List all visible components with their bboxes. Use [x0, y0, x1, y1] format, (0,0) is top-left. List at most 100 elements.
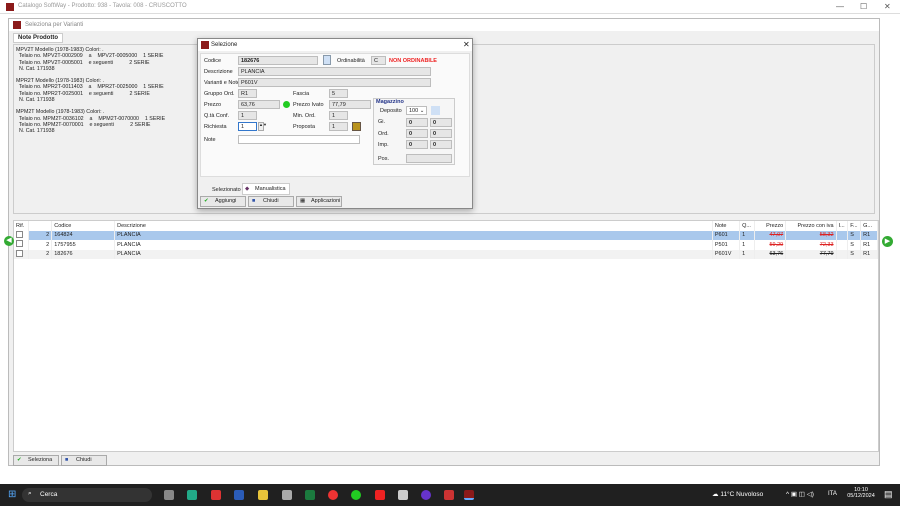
close-door-icon: ■: [252, 197, 255, 206]
gi-label: Gi.: [378, 119, 385, 125]
chiudi-button[interactable]: ■Chiudi: [61, 455, 107, 466]
gruppo-label: Gruppo Ord.: [204, 91, 235, 97]
min-ord-field: 1: [329, 111, 348, 120]
task-view-icon[interactable]: [164, 490, 174, 500]
language-indicator[interactable]: ITA: [828, 491, 837, 497]
gi-field-2: 0: [430, 118, 452, 127]
row-checkbox[interactable]: [14, 231, 29, 241]
table-cell: P601: [712, 231, 739, 241]
search-box[interactable]: ⌕Cerca: [22, 488, 152, 502]
clock[interactable]: 10:1005/12/2024: [846, 487, 876, 499]
fascia-label: Fascia: [293, 91, 309, 97]
min-ord-label: Min. Ord.: [293, 113, 316, 119]
column-header[interactable]: Prezzo: [754, 221, 785, 231]
proposta-field: 1: [329, 122, 348, 131]
windows-start-icon[interactable]: ⊞: [8, 489, 16, 500]
column-header[interactable]: F...: [848, 221, 861, 231]
deposito-select[interactable]: 100 ⌄: [406, 106, 427, 115]
applicazioni-button[interactable]: ▦Applicazioni: [296, 196, 342, 207]
close-button[interactable]: ✕: [884, 2, 891, 11]
next-arrow-icon[interactable]: ▶: [882, 236, 893, 247]
minimize-button[interactable]: —: [836, 2, 844, 11]
table-cell: 72,33: [786, 240, 836, 250]
column-header[interactable]: Rif.: [14, 221, 29, 231]
table-cell: 59,29: [754, 240, 785, 250]
dialog-chiudi-button[interactable]: ■Chiudi: [248, 196, 294, 207]
gi-field-1: 0: [406, 118, 428, 127]
magazzino-panel: Magazzino Deposito 100 ⌄ Gi. 0 0 Ord. 0 …: [373, 98, 455, 165]
tab-note-prodotto[interactable]: Note Prodotto: [13, 33, 63, 43]
word-icon[interactable]: [234, 490, 244, 500]
tab-manualistica-label: Manualistica: [255, 186, 286, 192]
table-cell: 47,07: [754, 231, 785, 241]
window-logo-icon: [13, 21, 21, 29]
prezzo-ivato-field: 77,79: [329, 100, 371, 109]
qta-conf-label: Q.tà Conf.: [204, 113, 229, 119]
ordinabilita-field: C: [371, 56, 386, 65]
non-ordinabile-status: NON ORDINABILE: [389, 58, 437, 64]
table-cell: [836, 240, 848, 250]
notifications-icon[interactable]: ▤: [884, 489, 893, 500]
app-icon[interactable]: [282, 490, 292, 500]
tab-manualistica[interactable]: ◆Manualistica: [242, 183, 290, 195]
seleziona-button[interactable]: ✔Seleziona: [13, 455, 59, 466]
aggiungi-button[interactable]: ✔Aggiungi: [200, 196, 246, 207]
row-checkbox[interactable]: [14, 240, 29, 250]
note-label: Note: [204, 137, 216, 143]
youtube-icon[interactable]: [375, 490, 385, 500]
cart-icon[interactable]: [352, 122, 361, 131]
weather-widget[interactable]: ☁ 11°C Nuvoloso: [712, 490, 763, 498]
table-cell: 1: [740, 240, 755, 250]
app4-icon[interactable]: [444, 490, 454, 500]
table-cell: 77,79: [786, 250, 836, 260]
explorer-icon[interactable]: [258, 490, 268, 500]
edge-icon[interactable]: [187, 490, 197, 500]
richiesta-spinner[interactable]: ▲▼: [258, 122, 264, 131]
table-cell: 58,32: [786, 231, 836, 241]
imp-field-1: 0: [406, 140, 428, 149]
varianti-field: P601V: [238, 78, 431, 87]
prev-arrow-icon[interactable]: ◀: [4, 236, 14, 246]
descrizione-label: Descrizione: [204, 69, 233, 75]
chart-icon[interactable]: [431, 106, 440, 115]
varianti-label: Varianti e Note: [204, 80, 240, 86]
proposta-label: Proposta: [293, 124, 315, 130]
fascia-field: 5: [329, 89, 348, 98]
table-row[interactable]: 21757955PLANCIAP501159,2972,33SR1: [14, 240, 878, 250]
dialog-close-button[interactable]: ✕: [463, 40, 470, 49]
table-cell: 2: [29, 250, 52, 260]
cloud-icon: ☁: [712, 491, 719, 498]
app3-icon[interactable]: [421, 490, 431, 500]
richiesta-input[interactable]: 1: [238, 122, 257, 131]
descrizione-field: PLANCIA: [238, 67, 431, 76]
maximize-button[interactable]: ☐: [860, 2, 867, 11]
deposito-label: Deposito: [380, 108, 402, 114]
column-header[interactable]: [29, 221, 52, 231]
catalogo-app-icon[interactable]: [464, 490, 474, 500]
column-header[interactable]: Note: [712, 221, 739, 231]
column-header[interactable]: Q...: [740, 221, 755, 231]
column-header[interactable]: I...: [836, 221, 848, 231]
check-icon: ✔: [17, 456, 22, 465]
excel-icon[interactable]: [305, 490, 315, 500]
table-row[interactable]: 2182676PLANCIAP601V163,7677,79SR1: [14, 250, 878, 260]
whatsapp-icon[interactable]: [351, 490, 361, 500]
aggiungi-label: Aggiungi: [215, 198, 236, 204]
variant-window-title: Seleziona per Varianti: [25, 22, 83, 28]
column-header[interactable]: Prezzo con iva: [786, 221, 836, 231]
document-icon[interactable]: [323, 55, 331, 65]
chrome-icon[interactable]: [328, 490, 338, 500]
prezzo-ivato-label: Prezzo Ivato: [293, 102, 324, 108]
acrobat-icon[interactable]: [211, 490, 221, 500]
column-header[interactable]: G...: [861, 221, 878, 231]
row-checkbox[interactable]: [14, 250, 29, 260]
tray-icons[interactable]: ^ ▣ ◫ ◁): [786, 490, 814, 498]
tab-selezionato[interactable]: Selezionato: [212, 187, 241, 193]
gruppo-field: R1: [238, 89, 257, 98]
column-header[interactable]: Descrizione: [115, 221, 713, 231]
column-header[interactable]: Codice: [52, 221, 115, 231]
table-row[interactable]: 2164824PLANCIAP601147,0758,32SR1: [14, 231, 878, 241]
note-input[interactable]: [238, 135, 360, 144]
app2-icon[interactable]: [398, 490, 408, 500]
table-cell: S: [848, 250, 861, 260]
